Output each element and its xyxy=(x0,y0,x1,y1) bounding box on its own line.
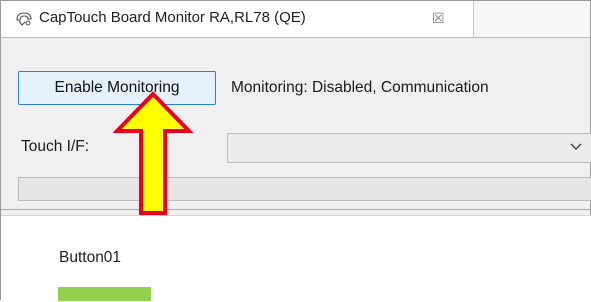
close-icon[interactable]: ☒ xyxy=(432,10,445,26)
tab-bar-empty-area xyxy=(474,1,590,37)
chevron-down-icon[interactable] xyxy=(569,139,583,153)
button01-indicator xyxy=(58,287,151,301)
communication-progress-bar xyxy=(18,177,591,201)
tab-title: CapTouch Board Monitor RA,RL78 (QE) xyxy=(39,9,306,26)
tab-captouch-monitor[interactable]: CapTouch Board Monitor RA,RL78 (QE) ☒ xyxy=(1,1,474,37)
separator xyxy=(1,209,591,210)
annotation-arrow-icon xyxy=(113,91,193,215)
touch-if-select[interactable] xyxy=(227,133,591,163)
monitor-view-icon xyxy=(16,12,32,26)
tab-bar: CapTouch Board Monitor RA,RL78 (QE) ☒ xyxy=(1,1,590,38)
button01-label: Button01 xyxy=(59,249,122,266)
touch-if-label: Touch I/F: xyxy=(21,138,90,155)
monitor-view: CapTouch Board Monitor RA,RL78 (QE) ☒ En… xyxy=(0,0,591,302)
monitoring-status-text: Monitoring: Disabled, Communication xyxy=(231,79,489,96)
